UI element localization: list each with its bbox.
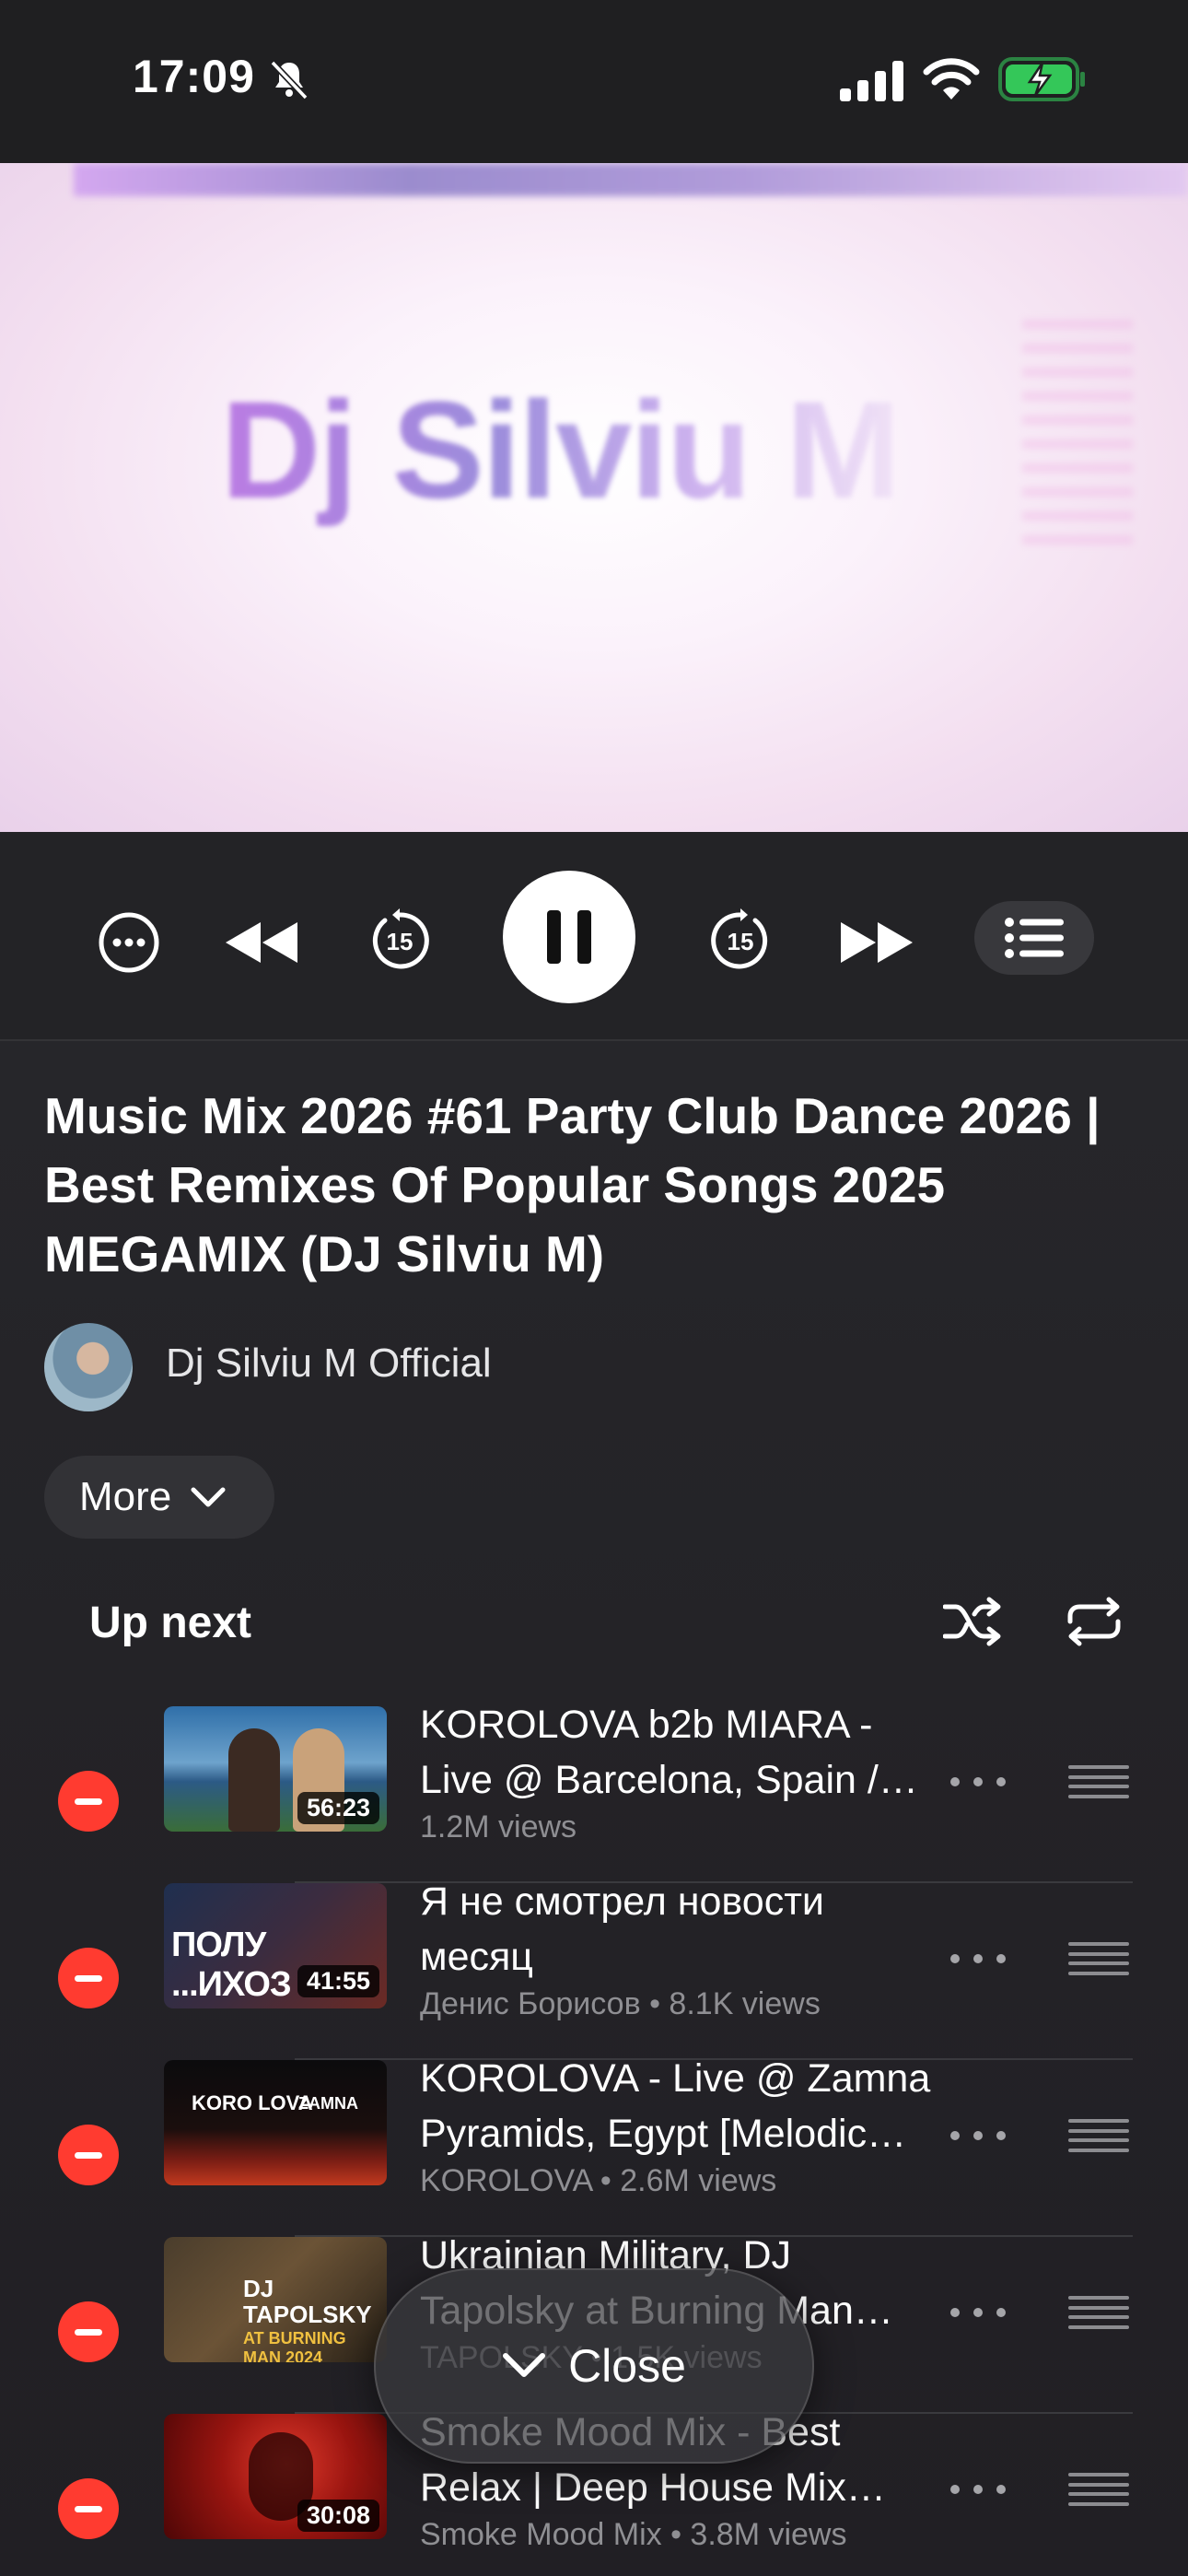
video-thumbnail[interactable]: DJ TAPOLSKY AT BURNING MAN 2024 [164, 2237, 387, 2362]
shuffle-icon[interactable] [943, 1594, 1002, 1649]
video-thumbnail[interactable]: 30:08 [164, 2414, 387, 2539]
queue-item-title: KOROLOVA b2b MIARA - Live @ Barcelona, S… [420, 1703, 879, 1802]
next-track-button[interactable] [833, 906, 921, 979]
list-icon [1005, 918, 1064, 958]
video-player[interactable]: Dj Silviu M [0, 163, 1188, 832]
item-options-button[interactable] [950, 1763, 1006, 1800]
options-button[interactable] [92, 906, 166, 979]
repeat-icon[interactable] [1065, 1594, 1124, 1649]
up-next-heading: Up next [89, 1598, 252, 1647]
skip-back-15-icon: 15 [372, 908, 429, 969]
queue-item-meta: KOROLOVA • 2.6M views [420, 2163, 777, 2198]
more-button-label: More [79, 1474, 172, 1519]
thumbnail-logo: KORO LOVA [192, 2091, 313, 2114]
list-item[interactable]: KORO LOVA ZAMNA KOROLOVA - Live @ Zamna … [0, 2056, 1188, 2237]
video-thumbnail[interactable]: KORO LOVA ZAMNA [164, 2060, 387, 2185]
rewind-icon [226, 922, 297, 963]
drag-handle[interactable] [1068, 1942, 1129, 1975]
list-item[interactable]: ПОЛУ ...ИХОЗ 41:55 Я не смотрел новости … [0, 1879, 1188, 2060]
skip-back-15-button[interactable]: 15 [361, 902, 438, 979]
chevron-down-icon [503, 2353, 546, 2377]
list-item[interactable]: 56:23 KOROLOVA b2b MIARA - Live @ Barcel… [0, 1703, 1188, 1883]
video-ghost-graphic [1022, 320, 1133, 559]
video-color-band [74, 163, 1188, 196]
channel-name[interactable]: Dj Silviu M Official [166, 1341, 492, 1387]
status-time: 17:09 [133, 51, 255, 102]
queue-item-meta: Smoke Mood Mix • 3.8M views [420, 2517, 847, 2552]
skip-forward-15-button[interactable]: 15 [702, 902, 779, 979]
drag-handle[interactable] [1068, 2473, 1129, 2506]
item-options-button[interactable] [950, 1940, 1006, 1977]
item-options-button[interactable] [950, 2471, 1006, 2508]
video-title: Music Mix 2026 #61 Party Club Dance 2026… [44, 1087, 1101, 1282]
remove-from-queue-button[interactable] [58, 2301, 119, 2362]
remove-from-queue-button[interactable] [58, 2478, 119, 2539]
queue-item-meta: Денис Борисов • 8.1K views [420, 1986, 821, 2021]
status-bar: 17:09 [0, 0, 1188, 163]
item-options-button[interactable] [950, 2117, 1006, 2154]
wifi-icon [923, 58, 980, 100]
svg-text:15: 15 [728, 928, 754, 955]
thumbnail-figure [228, 1728, 280, 1832]
duration-badge: 41:55 [297, 1965, 379, 1997]
drag-handle[interactable] [1068, 2119, 1129, 2152]
remove-from-queue-button[interactable] [58, 2125, 119, 2185]
fast-forward-icon [841, 922, 913, 963]
thumbnail-logo: ZAMNA [298, 2094, 358, 2113]
playback-controls: 15 15 [0, 832, 1188, 1040]
ellipsis-circle-icon [99, 912, 159, 973]
more-button[interactable]: More [44, 1456, 274, 1539]
video-overlay-text: Dj Silviu M [221, 370, 901, 530]
video-thumbnail[interactable]: 56:23 [164, 1706, 387, 1832]
close-button-label: Close [568, 2340, 686, 2392]
video-thumbnail[interactable]: ПОЛУ ...ИХОЗ 41:55 [164, 1883, 387, 2008]
queue-button[interactable] [974, 901, 1094, 975]
previous-track-button[interactable] [217, 906, 306, 979]
channel-avatar[interactable] [44, 1323, 133, 1411]
pause-button[interactable] [503, 871, 635, 1003]
thumbnail-subtext: AT BURNING MAN 2024 [243, 2329, 346, 2362]
drag-handle[interactable] [1068, 2296, 1129, 2329]
queue-item-title: KOROLOVA - Live @ Zamna Pyramids, Egypt … [420, 2056, 931, 2156]
item-options-button[interactable] [950, 2294, 1006, 2331]
silent-bell-icon [270, 60, 309, 100]
drag-handle[interactable] [1068, 1765, 1129, 1798]
chevron-down-icon [191, 1487, 226, 1507]
remove-from-queue-button[interactable] [58, 1771, 119, 1832]
svg-text:15: 15 [387, 928, 413, 955]
queue-item-title: Я не смотрел новости месяц [420, 1879, 824, 1979]
pause-icon [547, 910, 591, 964]
cellular-signal-icon [840, 61, 903, 101]
thumbnail-text: DJ TAPOLSKY [243, 2275, 372, 2328]
queue-item-meta: 1.2M views [420, 1809, 577, 1844]
battery-charging-icon [998, 57, 1085, 101]
close-button[interactable]: Close [374, 2268, 814, 2464]
remove-from-queue-button[interactable] [58, 1948, 119, 2008]
skip-forward-15-icon: 15 [711, 908, 768, 969]
duration-badge: 30:08 [297, 2500, 379, 2532]
duration-badge: 56:23 [297, 1792, 379, 1824]
